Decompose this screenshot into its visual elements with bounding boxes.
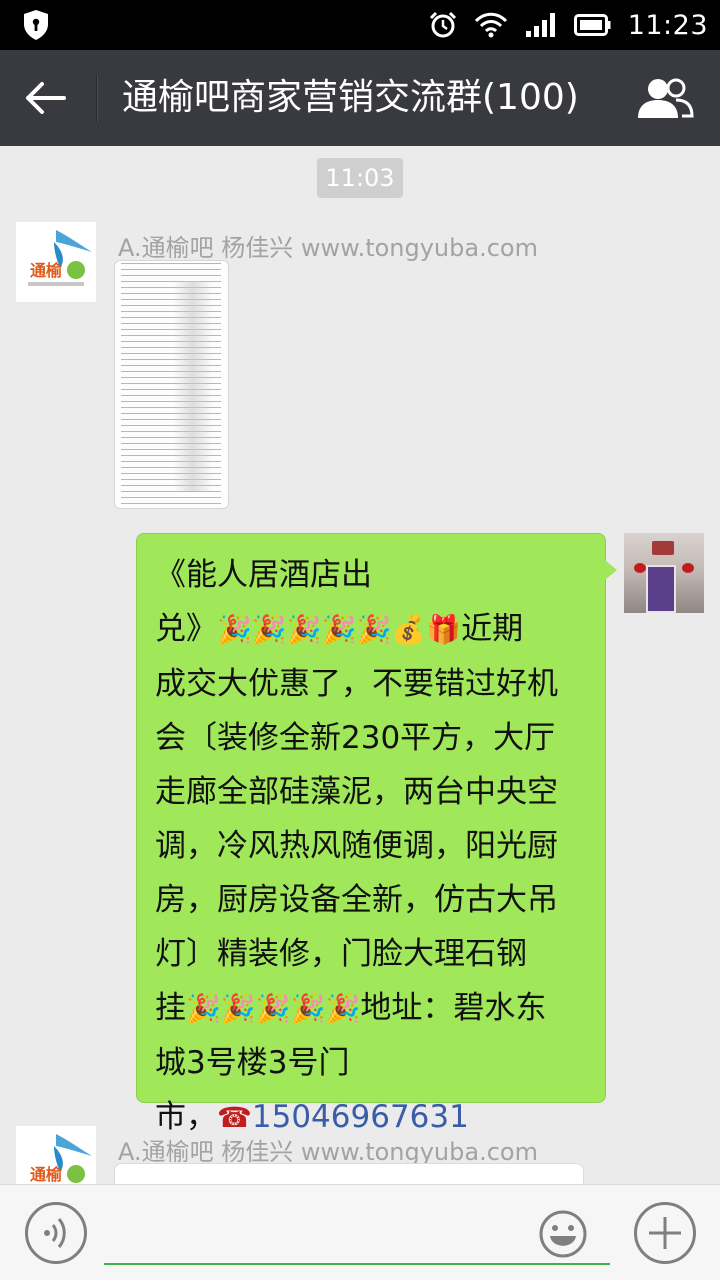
header-divider bbox=[96, 74, 98, 122]
alarm-icon bbox=[429, 11, 456, 38]
signal-icon bbox=[525, 13, 555, 37]
party-popper-icon: 🎉 bbox=[325, 992, 361, 1025]
tongyuba-logo: 通榆 bbox=[30, 1134, 92, 1184]
message-line: 灯〕精装修，门脸大理石钢 bbox=[155, 936, 527, 972]
text-message-bubble[interactable]: 《能人居酒店出 兑》🎉🎉🎉🎉🎉💰🎁近期 成交大优惠了，不要错过好机 会〔装修全新… bbox=[136, 533, 617, 1135]
self-avatar[interactable] bbox=[624, 533, 704, 613]
shield-icon bbox=[24, 10, 48, 40]
emoji-button[interactable] bbox=[538, 1209, 588, 1259]
more-button[interactable] bbox=[634, 1202, 696, 1264]
input-bar bbox=[0, 1184, 720, 1280]
gift-icon: 🎁 bbox=[426, 613, 462, 646]
lantern-icon bbox=[634, 563, 646, 573]
plus-icon bbox=[649, 1217, 681, 1249]
message-text: 市， bbox=[155, 1099, 217, 1135]
chat-area[interactable]: 11:03 通榆 A.通榆吧 杨佳兴 www.tongyuba.com 《能人居… bbox=[0, 146, 720, 1184]
message-text: 挂 bbox=[155, 990, 186, 1026]
avatar-logo-text: 通榆 bbox=[30, 1165, 63, 1184]
sender-avatar[interactable]: 通榆 bbox=[16, 222, 96, 302]
party-popper-icon: 🎉 bbox=[321, 613, 357, 646]
tongyuba-logo: 通榆 bbox=[28, 230, 92, 286]
party-popper-icon: 🎉 bbox=[220, 992, 256, 1025]
party-popper-icon: 🎉 bbox=[290, 992, 326, 1025]
storefront-door bbox=[646, 565, 676, 613]
message-line: 城3号楼3号门 bbox=[155, 1045, 350, 1081]
image-message[interactable] bbox=[114, 260, 229, 509]
party-popper-icon: 🎉 bbox=[356, 613, 392, 646]
message-line: 《能人居酒店出 bbox=[155, 557, 372, 593]
sender-name: A.通榆吧 杨佳兴 www.tongyuba.com bbox=[118, 234, 538, 262]
voice-icon bbox=[44, 1218, 66, 1248]
storefront-sign bbox=[652, 541, 674, 555]
party-popper-icon: 🎉 bbox=[217, 613, 252, 646]
chat-header: 通榆吧商家营销交流群(100) bbox=[0, 50, 720, 146]
message-text: 地址：碧水东 bbox=[360, 990, 547, 1026]
image-blur bbox=[173, 281, 213, 491]
avatar-logo-text: 通榆 bbox=[30, 261, 63, 280]
text-message-bubble[interactable] bbox=[114, 1163, 584, 1184]
status-bar: 11:23 bbox=[0, 0, 720, 50]
sender-name: A.通榆吧 杨佳兴 www.tongyuba.com bbox=[118, 1138, 538, 1166]
message-line: 成交大优惠了，不要错过好机 bbox=[155, 666, 558, 702]
party-popper-icon: 🎉 bbox=[251, 613, 287, 646]
message-line: 会〔装修全新230平方，大厅 bbox=[155, 720, 556, 756]
message-input[interactable] bbox=[104, 1205, 610, 1265]
sender-avatar[interactable]: 通榆 bbox=[16, 1126, 96, 1184]
money-bag-icon: 💰 bbox=[391, 613, 427, 646]
message-text: 近期 bbox=[461, 611, 524, 647]
party-popper-icon: 🎉 bbox=[286, 613, 322, 646]
message-line-2: 兑》🎉🎉🎉🎉🎉💰🎁近期 bbox=[155, 602, 591, 657]
lantern-icon bbox=[682, 563, 694, 573]
message-line: 走廊全部硅藻泥，两台中央空 bbox=[155, 774, 558, 810]
status-icons: 11:23 bbox=[428, 0, 708, 50]
chat-title: 通榆吧商家营销交流群(100) bbox=[122, 77, 579, 118]
party-popper-icon: 🎉 bbox=[186, 992, 221, 1025]
voice-button[interactable] bbox=[25, 1202, 87, 1264]
message-text: 兑》 bbox=[155, 611, 217, 647]
message-line: 调，冷风热风随便调，阳光厨 bbox=[155, 828, 558, 864]
group-members-icon[interactable] bbox=[636, 76, 694, 120]
emoji-icon bbox=[539, 1210, 587, 1258]
party-popper-icon: 🎉 bbox=[255, 992, 291, 1025]
message-line-10: 挂🎉🎉🎉🎉🎉地址：碧水东 bbox=[155, 981, 591, 1036]
phone-number-link[interactable]: 15046967631 bbox=[252, 1099, 469, 1135]
battery-icon bbox=[573, 14, 611, 36]
back-arrow-icon[interactable] bbox=[22, 78, 72, 118]
message-line: 房，厨房设备全新，仿古大吊 bbox=[155, 882, 558, 918]
message-timestamp: 11:03 bbox=[317, 158, 403, 198]
clock: 11:23 bbox=[627, 9, 708, 41]
wifi-icon bbox=[474, 12, 507, 38]
